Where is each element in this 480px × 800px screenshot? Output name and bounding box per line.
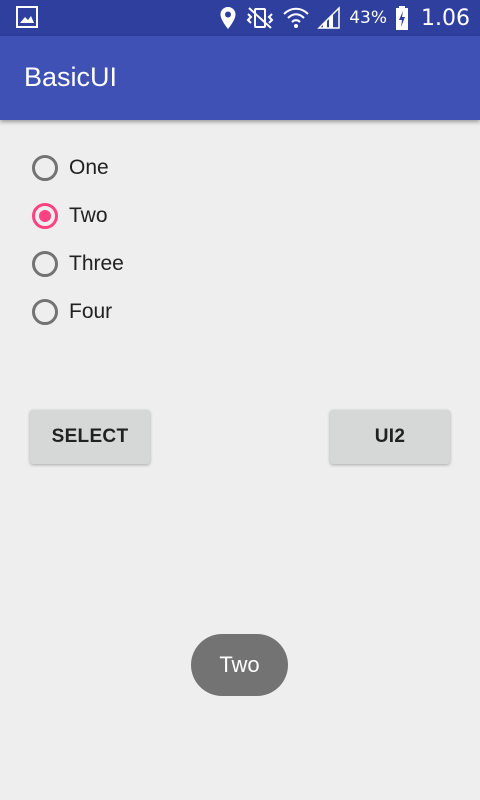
- radio-unchecked-icon[interactable]: [32, 299, 58, 325]
- signal-icon: [317, 6, 340, 29]
- select-button[interactable]: SELECT: [30, 410, 150, 464]
- radio-option-three[interactable]: Three: [32, 240, 124, 288]
- radio-option-one[interactable]: One: [32, 144, 124, 192]
- ui2-button[interactable]: UI2: [330, 410, 450, 464]
- clock: 1.06: [421, 5, 470, 31]
- radio-label: Four: [69, 300, 113, 323]
- location-icon: [220, 7, 236, 29]
- battery-percent: 43%: [349, 8, 388, 28]
- radio-group: One Two Three Four: [32, 144, 124, 336]
- radio-label: One: [69, 156, 109, 179]
- gallery-icon: [16, 6, 38, 28]
- radio-label: Three: [69, 252, 124, 275]
- app-title: BasicUI: [24, 62, 118, 92]
- radio-unchecked-icon[interactable]: [32, 251, 58, 277]
- wifi-icon: [283, 7, 309, 28]
- radio-option-two[interactable]: Two: [32, 192, 124, 240]
- battery-charging-icon: [396, 6, 409, 30]
- radio-unchecked-icon[interactable]: [32, 155, 58, 181]
- vibrate-icon: [246, 7, 274, 29]
- status-bar: 43% 1.06: [0, 0, 480, 36]
- app-bar: BasicUI: [0, 36, 480, 120]
- radio-checked-icon[interactable]: [32, 203, 58, 229]
- radio-label: Two: [69, 204, 108, 227]
- radio-option-four[interactable]: Four: [32, 288, 124, 336]
- toast-message: Two: [191, 634, 288, 696]
